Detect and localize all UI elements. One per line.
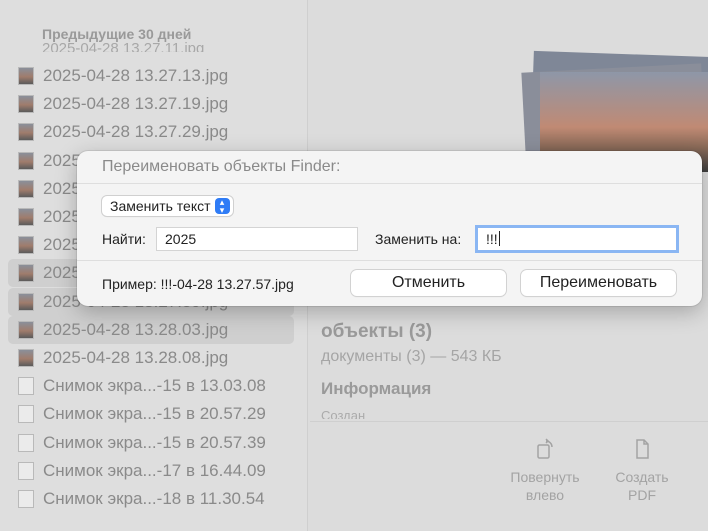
cancel-button[interactable]: Отменить [351,270,506,296]
rename-dialog: Переименовать объекты Finder: Заменить т… [77,151,702,306]
rename-mode-popup[interactable]: Заменить текст ▴ ▾ [102,196,233,216]
text-cursor [498,231,500,246]
divider [77,183,702,184]
rename-button[interactable]: Переименовать [521,270,676,296]
replace-label: Заменить на: [375,231,462,247]
dialog-title: Переименовать объекты Finder: [102,158,341,175]
divider [77,260,702,261]
rename-mode-value: Заменить текст [110,198,211,214]
find-field[interactable]: 2025 [157,228,357,250]
find-label: Найти: [102,231,146,247]
replace-field[interactable]: !!! [478,228,676,250]
replace-value: !!! [486,231,498,247]
rename-example: Пример: !!!-04-28 13.27.57.jpg [102,276,294,292]
chevron-up-down-icon: ▴ ▾ [214,198,230,215]
